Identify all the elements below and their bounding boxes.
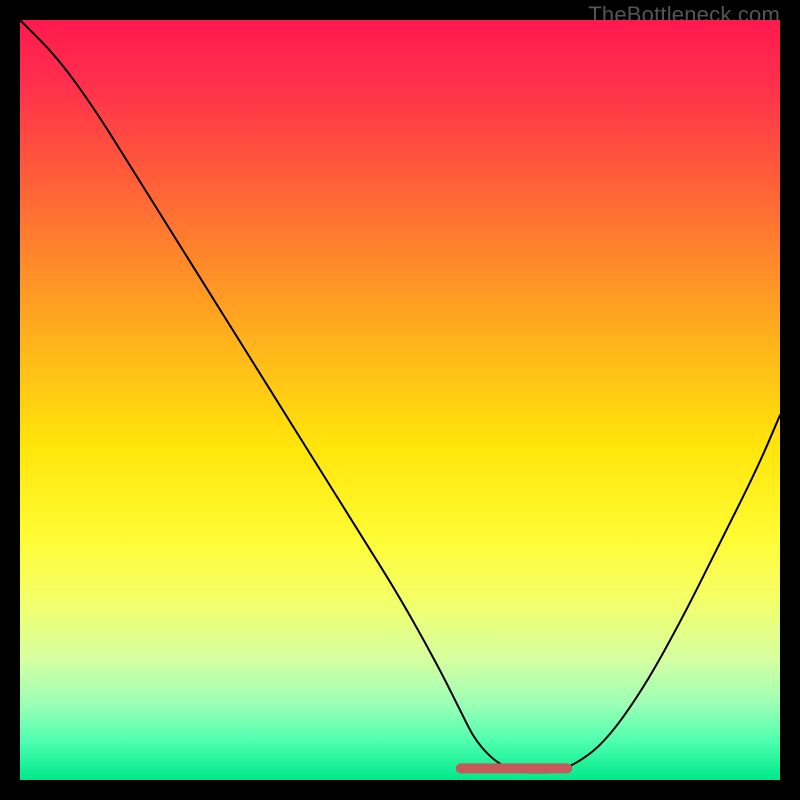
curve-svg [20, 20, 780, 780]
plot-area [20, 20, 780, 780]
bottleneck-curve [20, 20, 780, 772]
chart-frame: TheBottleneck.com [0, 0, 800, 800]
